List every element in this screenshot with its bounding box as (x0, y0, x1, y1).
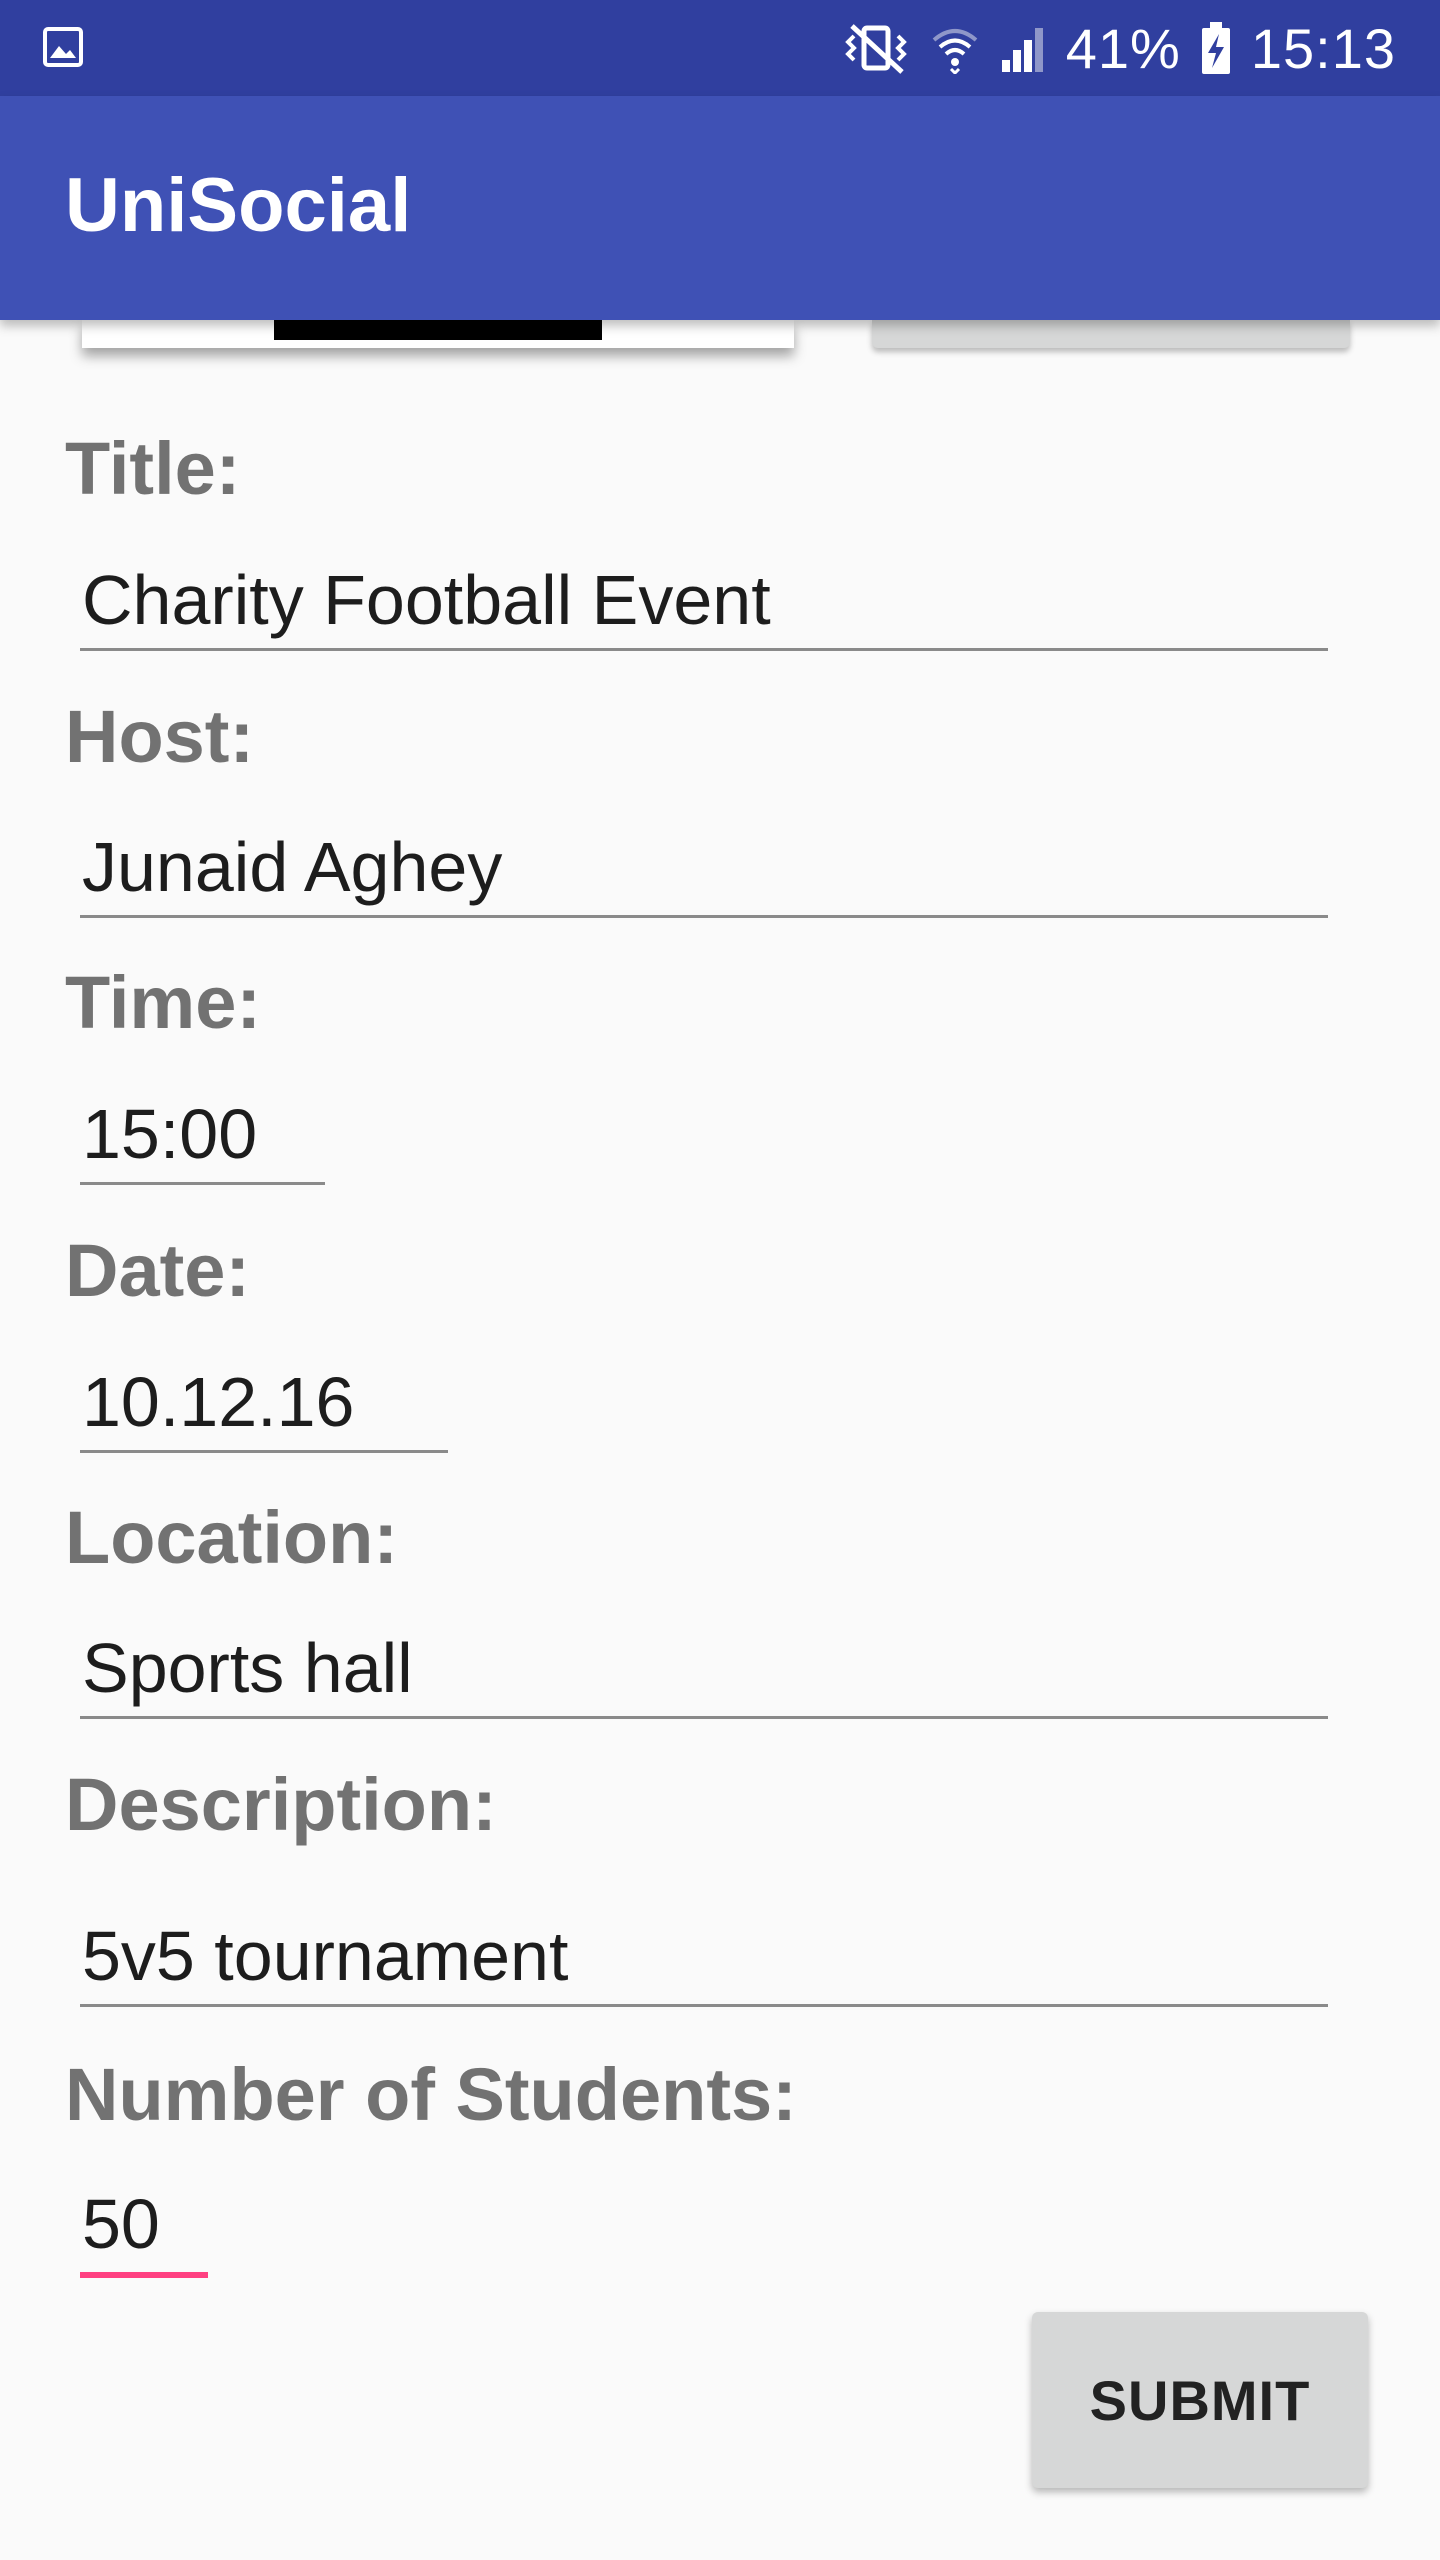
location-value: Sports hall (82, 1629, 413, 1707)
description-label: Description: (65, 1763, 497, 1846)
app-title: UniSocial (65, 163, 412, 248)
vibrate-mute-icon (844, 24, 907, 74)
location-input[interactable]: Sports hall (80, 1616, 1328, 1719)
title-input[interactable]: Charity Football Event (80, 548, 1328, 651)
host-label: Host: (65, 695, 255, 778)
title-label: Title: (65, 427, 241, 510)
title-value: Charity Football Event (82, 561, 771, 639)
time-value: 15:00 (82, 1095, 258, 1173)
battery-percent: 41% (1065, 16, 1181, 80)
host-input[interactable]: Junaid Aghey (80, 815, 1328, 918)
location-label: Location: (65, 1496, 398, 1579)
battery-charging-icon (1201, 22, 1230, 74)
submit-button[interactable]: SUBMIT (1032, 2312, 1368, 2488)
event-image-preview[interactable] (82, 320, 794, 348)
students-input[interactable]: 50 (80, 2172, 208, 2278)
app-bar: UniSocial (0, 96, 1440, 320)
date-label: Date: (65, 1229, 251, 1312)
status-icons: 41% 15:13 (840, 0, 1396, 96)
date-value: 10.12.16 (82, 1363, 355, 1441)
time-label: Time: (65, 961, 262, 1044)
students-label: Number of Students: (65, 2053, 797, 2136)
clock: 15:13 (1250, 16, 1396, 80)
wifi-icon (932, 29, 978, 74)
gallery-icon (43, 27, 83, 67)
time-input[interactable]: 15:00 (80, 1082, 325, 1185)
status-bar: 41% 15:13 (0, 0, 1440, 96)
description-value: 5v5 tournament (82, 1917, 569, 1995)
image-select-button[interactable] (872, 320, 1350, 348)
description-input[interactable]: 5v5 tournament (80, 1904, 1328, 2007)
image-content (274, 320, 602, 340)
cell-signal-icon (1001, 28, 1043, 72)
students-value: 50 (82, 2185, 160, 2263)
date-input[interactable]: 10.12.16 (80, 1350, 448, 1453)
host-value: Junaid Aghey (82, 828, 503, 906)
